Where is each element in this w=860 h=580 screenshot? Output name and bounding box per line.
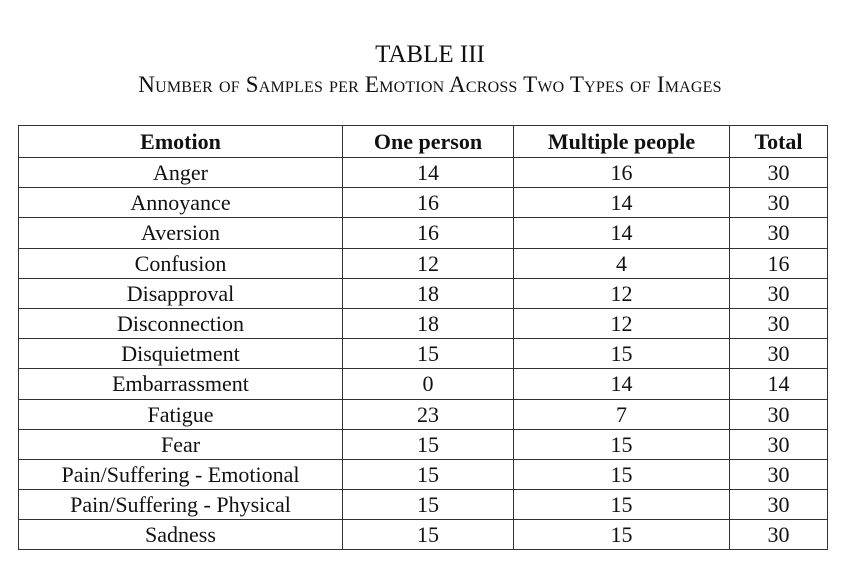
cell-emotion: Embarrassment: [18, 368, 343, 400]
cell-total: 30: [729, 489, 828, 521]
cell-multiple-people: 15: [513, 489, 730, 521]
cell-emotion: Aversion: [18, 217, 343, 249]
cell-total: 30: [729, 187, 828, 219]
table-row: Confusion 12 4 16: [18, 247, 828, 279]
cell-multiple-people: 15: [513, 338, 730, 370]
cell-emotion: Disapproval: [18, 277, 343, 309]
cell-emotion: Fear: [18, 428, 343, 460]
cell-emotion: Confusion: [18, 247, 343, 279]
cell-emotion: Pain/Suffering - Physical: [18, 489, 343, 521]
cell-total: 30: [729, 277, 828, 309]
cell-one-person: 14: [342, 156, 514, 189]
cell-total: 30: [729, 519, 828, 551]
header-multiple-people: Multiple people: [513, 125, 730, 158]
table-row: Embarrassment 0 14 14: [18, 368, 828, 400]
cell-one-person: 12: [342, 247, 514, 279]
cell-multiple-people: 16: [513, 156, 730, 189]
table-row: Disquietment 15 15 30: [18, 338, 828, 370]
cell-one-person: 15: [342, 428, 514, 460]
cell-total: 30: [729, 156, 828, 189]
cell-one-person: 0: [342, 368, 514, 400]
cell-multiple-people: 15: [513, 458, 730, 491]
cell-emotion: Annoyance: [18, 187, 343, 219]
cell-emotion: Disconnection: [18, 307, 343, 340]
cell-total: 14: [729, 368, 828, 400]
cell-one-person: 15: [342, 519, 514, 551]
cell-emotion: Disquietment: [18, 338, 343, 370]
table-row: Pain/Suffering - Physical 15 15 30: [18, 489, 828, 521]
table-row: Anger 14 16 30: [18, 156, 828, 189]
cell-multiple-people: 14: [513, 368, 730, 400]
table-row: Aversion 16 14 30: [18, 217, 828, 249]
emotion-samples-table: Emotion One person Multiple people Total…: [18, 125, 828, 551]
table-row: Fear 15 15 30: [18, 428, 828, 460]
cell-one-person: 15: [342, 338, 514, 370]
table-row: Disapproval 18 12 30: [18, 277, 828, 309]
cell-one-person: 18: [342, 307, 514, 340]
table-row: Annoyance 16 14 30: [18, 187, 828, 219]
cell-multiple-people: 14: [513, 187, 730, 219]
cell-multiple-people: 4: [513, 247, 730, 279]
cell-one-person: 15: [342, 458, 514, 491]
cell-one-person: 23: [342, 398, 514, 430]
cell-multiple-people: 14: [513, 217, 730, 249]
cell-total: 16: [729, 247, 828, 279]
cell-total: 30: [729, 428, 828, 460]
cell-emotion: Anger: [18, 156, 343, 189]
cell-multiple-people: 15: [513, 428, 730, 460]
cell-multiple-people: 15: [513, 519, 730, 551]
cell-emotion: Pain/Suffering - Emotional: [18, 458, 343, 491]
cell-multiple-people: 12: [513, 277, 730, 309]
cell-total: 30: [729, 338, 828, 370]
cell-one-person: 16: [342, 217, 514, 249]
table-row: Sadness 15 15 30: [18, 519, 828, 551]
cell-emotion: Sadness: [18, 519, 343, 551]
cell-emotion: Fatigue: [18, 398, 343, 430]
table-row: Fatigue 23 7 30: [18, 398, 828, 430]
cell-total: 30: [729, 217, 828, 249]
cell-one-person: 18: [342, 277, 514, 309]
cell-total: 30: [729, 458, 828, 491]
header-row: Emotion One person Multiple people Total: [18, 125, 828, 158]
cell-total: 30: [729, 307, 828, 340]
header-one-person: One person: [342, 125, 514, 158]
cell-total: 30: [729, 398, 828, 430]
table-row: Pain/Suffering - Emotional 15 15 30: [18, 458, 828, 491]
cell-one-person: 15: [342, 489, 514, 521]
table-title: Number of Samples per Emotion Across Two…: [138, 72, 722, 97]
table-label: TABLE III: [375, 41, 485, 68]
header-total: Total: [729, 125, 828, 158]
table-header: Emotion One person Multiple people Total: [18, 125, 828, 158]
header-emotion: Emotion: [18, 125, 343, 158]
table-body: Anger 14 16 30 Annoyance 16 14 30 Aversion 16 14 30…: [18, 156, 828, 551]
cell-multiple-people: 7: [513, 398, 730, 430]
table-row: Disconnection 18 12 30: [18, 307, 828, 340]
cell-multiple-people: 12: [513, 307, 730, 340]
cell-one-person: 16: [342, 187, 514, 219]
